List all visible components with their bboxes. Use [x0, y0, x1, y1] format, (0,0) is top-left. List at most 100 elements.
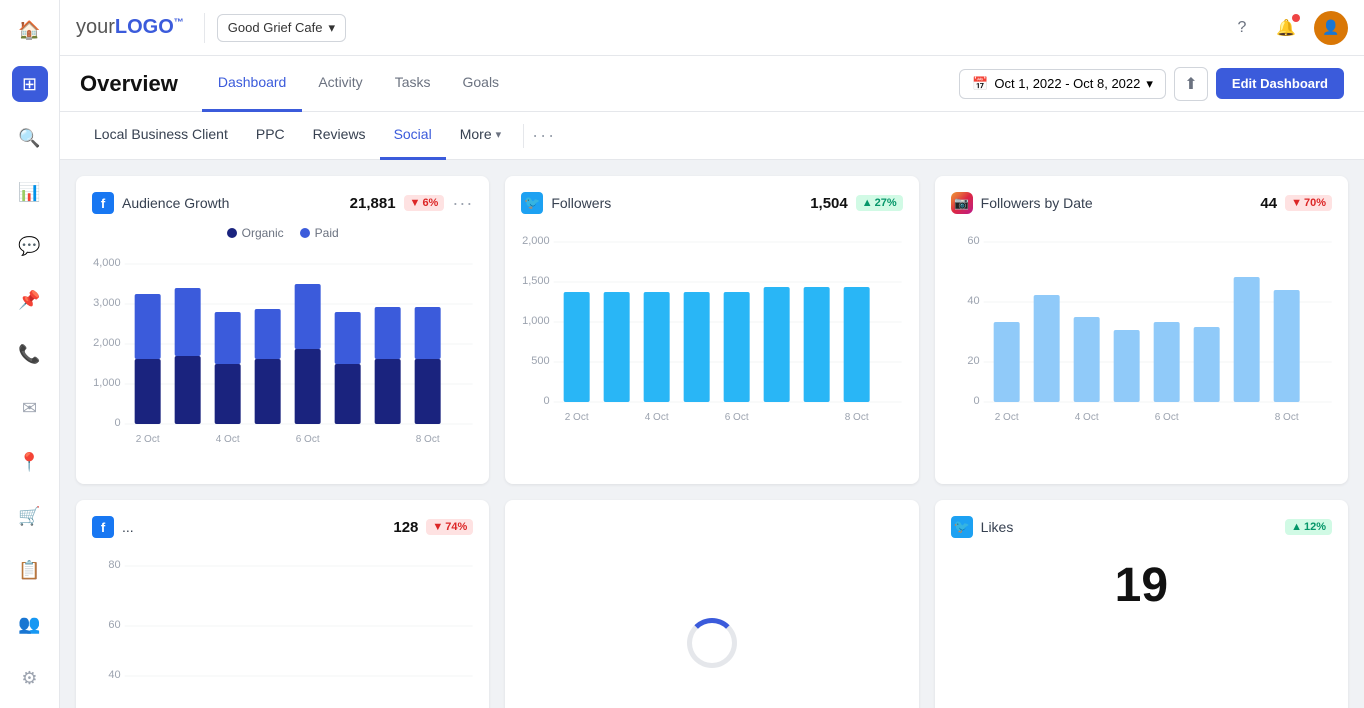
svg-text:6 Oct: 6 Oct	[725, 412, 749, 423]
svg-text:60: 60	[108, 619, 120, 631]
bar-chart-followers: 2,000 1,500 1,000 500 0	[521, 226, 902, 426]
widget-value-audience-growth: 21,881	[350, 195, 396, 212]
tab-tasks[interactable]: Tasks	[379, 56, 447, 112]
chart-area-followers: 2,000 1,500 1,000 500 0	[521, 226, 902, 446]
svg-text:8 Oct: 8 Oct	[416, 434, 440, 445]
widget-header-fb-metric: f ... 128 ▼ 74%	[92, 516, 473, 538]
svg-text:2 Oct: 2 Oct	[565, 412, 589, 423]
widget-followers: 🐦 Followers 1,504 ▲ 27% 2,000 1,500 1,00…	[505, 176, 918, 484]
nav-pin-icon[interactable]: 📌	[12, 282, 48, 318]
legend-organic-dot	[227, 228, 237, 238]
widget-title-audience-growth: Audience Growth	[122, 195, 342, 211]
widget-header-likes: 🐦 Likes ▲ 12%	[951, 516, 1332, 538]
share-button[interactable]: ⬆	[1174, 67, 1208, 101]
nav-home-icon[interactable]: 🏠	[12, 12, 48, 48]
widget-title-followers-by-date: Followers by Date	[981, 195, 1253, 211]
svg-text:0: 0	[973, 395, 979, 407]
help-icon: ?	[1238, 19, 1247, 37]
twitter-icon-likes: 🐦	[951, 516, 973, 538]
legend-paid: Paid	[300, 226, 339, 240]
widget-audience-growth: f Audience Growth 21,881 ▼ 6% ··· Organi…	[76, 176, 489, 484]
avatar[interactable]: 👤	[1314, 11, 1348, 45]
nav-location-icon[interactable]: 📍	[12, 444, 48, 480]
svg-text:0: 0	[115, 417, 121, 429]
tab-goals[interactable]: Goals	[446, 56, 515, 112]
svg-text:4 Oct: 4 Oct	[1074, 412, 1098, 423]
badge-followers-by-date: ▼ 70%	[1285, 195, 1332, 211]
tab-dashboard[interactable]: Dashboard	[202, 56, 303, 112]
nav-settings-icon[interactable]: ⚙	[12, 660, 48, 696]
svg-text:1,500: 1,500	[522, 275, 550, 287]
calendar-icon: 📅	[972, 76, 988, 92]
nav-cart-icon[interactable]: 🛒	[12, 498, 48, 534]
nav-mail-icon[interactable]: ✉	[12, 390, 48, 426]
main-content: yourLOGO™ Good Grief Cafe ▾ ? 🔔 👤 Overvi…	[60, 0, 1364, 708]
sub-tab-local-business[interactable]: Local Business Client	[80, 112, 242, 160]
widget-title-followers: Followers	[551, 195, 802, 211]
header-divider	[204, 13, 205, 43]
sub-tab-reviews[interactable]: Reviews	[299, 112, 380, 160]
widget-fb-metric: f ... 128 ▼ 74% 80 60 40	[76, 500, 489, 708]
widget-title-likes: Likes	[981, 519, 1269, 535]
twitter-icon-followers: 🐦	[521, 192, 543, 214]
bar-chart-followers-by-date: 60 40 20 0	[951, 226, 1332, 426]
widget-header-followers: 🐦 Followers 1,504 ▲ 27%	[521, 192, 902, 214]
svg-text:8 Oct: 8 Oct	[845, 412, 869, 423]
nav-chart-icon[interactable]: 📊	[12, 174, 48, 210]
widget-header-followers-by-date: 📷 Followers by Date 44 ▼ 70%	[951, 192, 1332, 214]
client-selector[interactable]: Good Grief Cafe ▾	[217, 14, 346, 42]
widget-likes: 🐦 Likes ▲ 12% 19	[935, 500, 1348, 708]
overview-bar: Overview Dashboard Activity Tasks Goals …	[60, 56, 1364, 112]
help-button[interactable]: ?	[1226, 12, 1258, 44]
nav-users-icon[interactable]: 👥	[12, 606, 48, 642]
bar-chart-fb-metric: 80 60 40	[92, 550, 473, 708]
tab-activity[interactable]: Activity	[302, 56, 378, 112]
svg-text:6 Oct: 6 Oct	[296, 434, 320, 445]
svg-text:8 Oct: 8 Oct	[1274, 412, 1298, 423]
sub-tab-social[interactable]: Social	[380, 112, 446, 160]
edit-dashboard-button[interactable]: Edit Dashboard	[1216, 68, 1344, 99]
nav-reports-icon[interactable]: 📋	[12, 552, 48, 588]
svg-text:80: 80	[108, 559, 120, 571]
sub-tab-divider	[523, 124, 524, 148]
notification-button[interactable]: 🔔	[1270, 12, 1302, 44]
legend-organic: Organic	[227, 226, 284, 240]
svg-text:0: 0	[544, 395, 550, 407]
svg-text:2 Oct: 2 Oct	[994, 412, 1018, 423]
svg-text:6 Oct: 6 Oct	[1154, 412, 1178, 423]
widget-loading-2	[505, 500, 918, 708]
overview-title: Overview	[80, 71, 178, 97]
widget-menu-audience-growth[interactable]: ···	[452, 193, 473, 214]
instagram-icon: 📷	[951, 192, 973, 214]
nav-grid-icon[interactable]: ⊞	[12, 66, 48, 102]
facebook-icon: f	[92, 192, 114, 214]
top-header: yourLOGO™ Good Grief Cafe ▾ ? 🔔 👤	[60, 0, 1364, 56]
widget-value-followers: 1,504	[810, 195, 848, 212]
share-icon: ⬆	[1184, 74, 1197, 94]
date-range-button[interactable]: 📅 Oct 1, 2022 - Oct 8, 2022 ▾	[959, 69, 1166, 99]
badge-likes: ▲ 12%	[1285, 519, 1332, 535]
badge-followers: ▲ 27%	[856, 195, 903, 211]
svg-text:4,000: 4,000	[93, 257, 121, 269]
client-selector-chevron: ▾	[328, 20, 335, 36]
widget-value-fb-metric: 128	[393, 519, 418, 536]
nav-search-icon[interactable]: 🔍	[12, 120, 48, 156]
bar-chart-audience-growth: 4,000 3,000 2,000 1,000 0	[92, 248, 473, 448]
nav-phone-icon[interactable]: 📞	[12, 336, 48, 372]
more-options-icon[interactable]: ···	[532, 125, 556, 146]
svg-text:2,000: 2,000	[522, 235, 550, 247]
widget-title-fb-metric: ...	[122, 519, 385, 535]
badge-fb-metric: ▼ 74%	[426, 519, 473, 535]
svg-text:40: 40	[967, 295, 979, 307]
loading-spinner-2	[687, 618, 737, 668]
date-range-label: Oct 1, 2022 - Oct 8, 2022	[994, 76, 1140, 91]
sub-tab-ppc[interactable]: PPC	[242, 112, 299, 160]
svg-text:500: 500	[532, 355, 550, 367]
badge-audience-growth: ▼ 6%	[404, 195, 445, 211]
date-range-chevron: ▾	[1146, 76, 1153, 92]
chart-area-audience-growth: 4,000 3,000 2,000 1,000 0	[92, 248, 473, 468]
nav-chat-icon[interactable]: 💬	[12, 228, 48, 264]
svg-text:2 Oct: 2 Oct	[136, 434, 160, 445]
sub-tab-more[interactable]: More ▾	[446, 112, 515, 160]
legend-paid-dot	[300, 228, 310, 238]
